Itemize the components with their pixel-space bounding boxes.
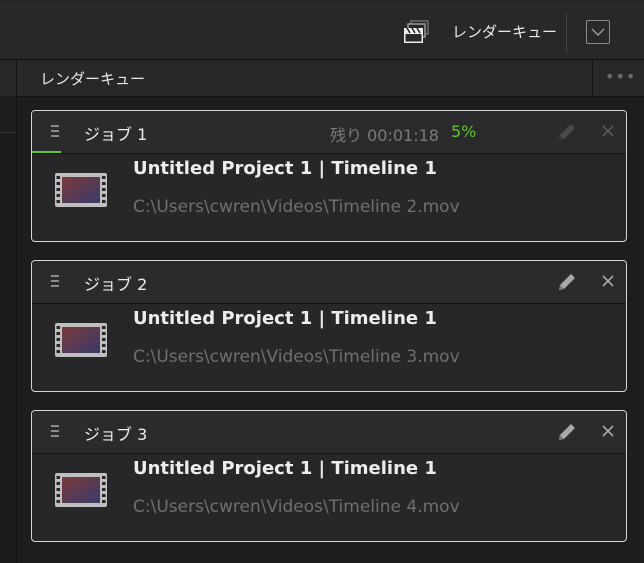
dropdown-button[interactable] [586,20,610,44]
drag-handle-icon[interactable] [51,425,61,439]
adjacent-panel-header [0,60,16,97]
job-header: ジョブ 2 [32,261,626,304]
toolbar-divider [0,6,644,7]
render-queue-panel: レンダーキュー ••• ジョブ 1 残り 00:01:18 5% Untitle… [17,60,644,563]
close-icon[interactable] [600,423,616,439]
job-output-path: C:\Users\cwren\Videos\Timeline 2.mov [133,197,460,217]
close-icon[interactable] [600,273,616,289]
job-header: ジョブ 3 [32,411,626,454]
top-toolbar: レンダーキュー [0,0,644,60]
render-queue-button-label[interactable]: レンダーキュー [452,21,557,42]
chevron-down-icon [591,28,605,37]
pencil-icon[interactable] [556,271,578,293]
render-job-card[interactable]: ジョブ 3 Untitled Project 1 | Timeline 1 C:… [31,410,627,542]
toolbar-separator [566,13,567,53]
pencil-icon[interactable] [556,421,578,443]
render-job-card[interactable]: ジョブ 1 残り 00:01:18 5% Untitled Project 1 … [31,110,627,242]
clapperboard-icon[interactable] [402,20,432,46]
drag-handle-icon[interactable] [51,275,61,289]
pencil-icon[interactable] [556,121,578,143]
progress-percent: 5% [451,122,477,141]
close-icon[interactable] [600,123,616,139]
film-strip-icon [54,172,108,208]
film-strip-icon [54,472,108,508]
adjacent-panel-row [0,96,16,133]
progress-bar [32,151,61,153]
job-title: Untitled Project 1 | Timeline 1 [133,458,437,479]
panel-title: レンダーキュー [40,70,146,88]
job-output-path: C:\Users\cwren\Videos\Timeline 3.mov [133,347,460,367]
job-title: Untitled Project 1 | Timeline 1 [133,308,437,329]
job-name: ジョブ 2 [84,275,148,294]
time-remaining: 残り 00:01:18 [330,126,439,145]
ellipsis-icon: ••• [605,67,637,86]
job-output-path: C:\Users\cwren\Videos\Timeline 4.mov [133,497,460,517]
render-job-card[interactable]: ジョブ 2 Untitled Project 1 | Timeline 1 C:… [31,260,627,392]
panel-header-divider [592,60,593,96]
job-title: Untitled Project 1 | Timeline 1 [133,158,437,179]
adjacent-panel-edge [0,60,17,563]
job-name: ジョブ 1 [84,125,148,144]
panel-header: レンダーキュー ••• [17,60,644,97]
job-header: ジョブ 1 残り 00:01:18 5% [32,111,626,154]
drag-handle-icon[interactable] [51,125,61,139]
job-name: ジョブ 3 [84,425,148,444]
film-strip-icon [54,322,108,358]
more-options-button[interactable]: ••• [605,67,637,86]
